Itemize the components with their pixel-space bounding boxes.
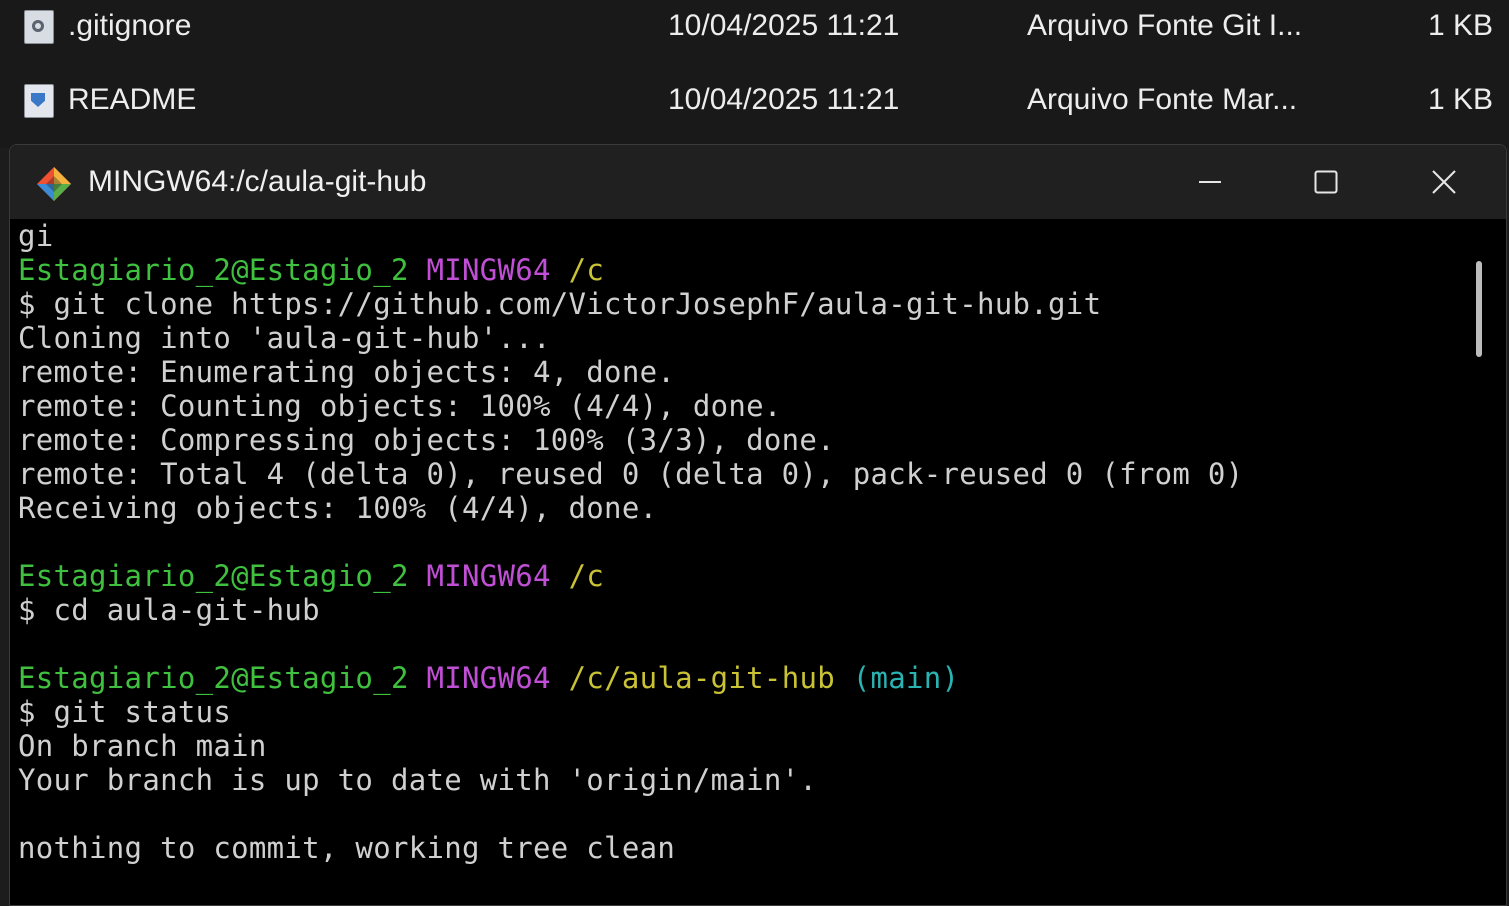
minimize-button[interactable]	[1152, 145, 1268, 219]
prompt-path: /c	[568, 559, 605, 593]
command-line: $ git status	[18, 695, 232, 729]
gear-file-icon	[24, 10, 54, 44]
file-name: .gitignore	[68, 9, 192, 42]
prompt-user: Estagiario_2@Estagio_2	[18, 559, 409, 593]
file-type: Arquivo Fonte Git I...	[1027, 9, 1303, 42]
file-row-gitignore[interactable]: .gitignore 10/04/2025 11:21 Arquivo Font…	[0, 0, 1509, 66]
file-size: 1 KB	[1427, 9, 1493, 42]
prompt-branch: (main)	[852, 661, 960, 695]
file-modified: 10/04/2025 11:21	[668, 83, 900, 116]
close-button[interactable]	[1386, 145, 1502, 219]
console-line: remote: Enumerating objects: 4, done.	[18, 355, 676, 389]
prompt-line: Estagiario_2@Estagio_2 MINGW64 /c/aula-g…	[18, 661, 959, 695]
minimize-icon	[1199, 181, 1221, 183]
command-line: $ cd aula-git-hub	[18, 593, 320, 627]
window-title: MINGW64:/c/aula-git-hub	[88, 165, 427, 198]
console-line: remote: Total 4 (delta 0), reused 0 (del…	[18, 457, 1244, 491]
prompt-line: Estagiario_2@Estagio_2 MINGW64 /c	[18, 559, 604, 593]
prompt-env: MINGW64	[426, 253, 551, 287]
git-diamond-icon	[37, 167, 71, 201]
console-line: Cloning into 'aula-git-hub'...	[18, 321, 551, 355]
terminal-window: MINGW64:/c/aula-git-hub gi Estagiario_2@…	[9, 144, 1507, 906]
terminal-titlebar[interactable]: MINGW64:/c/aula-git-hub	[10, 145, 1506, 219]
terminal-console[interactable]: gi Estagiario_2@Estagio_2 MINGW64 /c $ g…	[18, 219, 1458, 905]
console-line: Receiving objects: 100% (4/4), done.	[18, 491, 658, 525]
file-size: 1 KB	[1427, 83, 1493, 116]
markdown-file-icon	[24, 84, 54, 118]
maximize-icon	[1314, 170, 1338, 194]
prompt-env: MINGW64	[426, 661, 551, 695]
console-line: Your branch is up to date with 'origin/m…	[18, 763, 818, 797]
prompt-path: /c/aula-git-hub	[568, 661, 835, 695]
prompt-path: /c	[568, 253, 605, 287]
file-type: Arquivo Fonte Mar...	[1027, 83, 1298, 116]
file-row-readme[interactable]: README 10/04/2025 11:21 Arquivo Fonte Ma…	[0, 74, 1509, 140]
file-modified: 10/04/2025 11:21	[668, 9, 900, 42]
prompt-line: Estagiario_2@Estagio_2 MINGW64 /c	[18, 253, 604, 287]
console-line: On branch main	[18, 729, 267, 763]
prompt-user: Estagiario_2@Estagio_2	[18, 253, 409, 287]
console-line: remote: Compressing objects: 100% (3/3),…	[18, 423, 835, 457]
close-icon	[1432, 170, 1456, 194]
console-line: nothing to commit, working tree clean	[18, 831, 676, 865]
vertical-scrollbar[interactable]	[1476, 261, 1482, 357]
command-line: $ git clone https://github.com/VictorJos…	[18, 287, 1102, 321]
prompt-user: Estagiario_2@Estagio_2	[18, 661, 409, 695]
console-line: gi	[18, 219, 54, 253]
file-name: README	[68, 83, 197, 116]
maximize-button[interactable]	[1268, 145, 1384, 219]
prompt-env: MINGW64	[426, 559, 551, 593]
console-line: remote: Counting objects: 100% (4/4), do…	[18, 389, 782, 423]
file-explorer-list: .gitignore 10/04/2025 11:21 Arquivo Font…	[0, 0, 1509, 148]
